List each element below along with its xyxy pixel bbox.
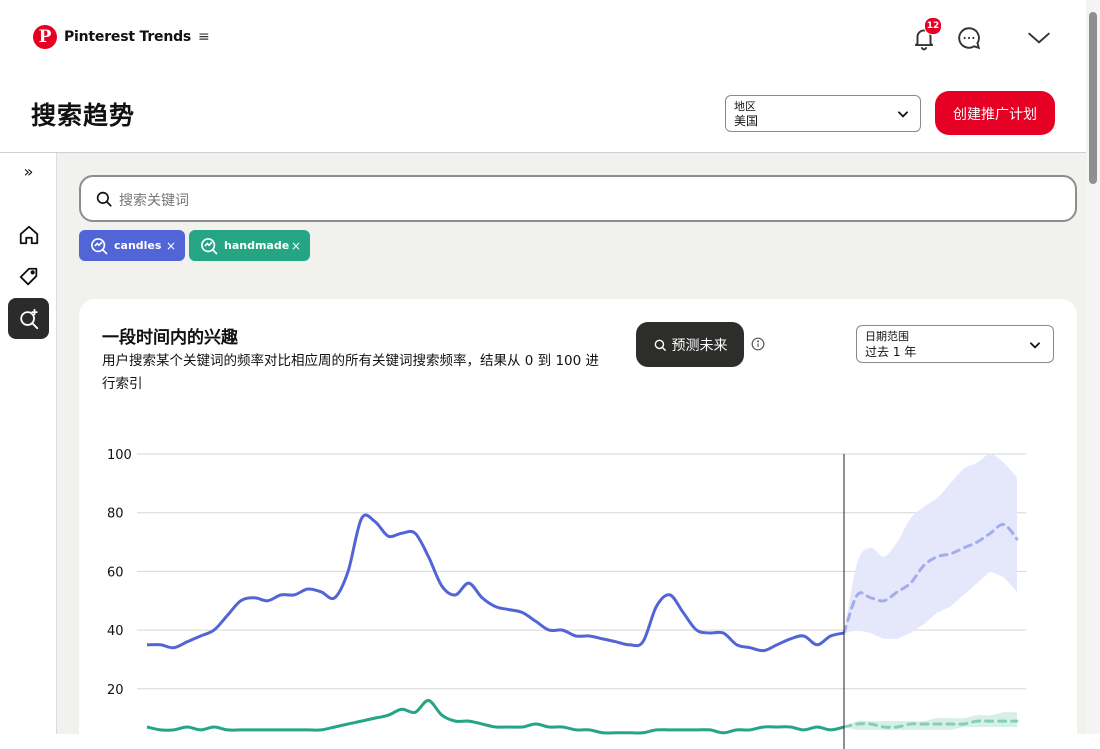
search-icon [96, 191, 112, 207]
keyword-chip-handmade[interactable]: handmade × [189, 230, 310, 261]
interest-over-time-card: 一段时间内的兴趣 用户搜索某个关键词的频率对比相应周的所有关键词搜索频率，结果从… [79, 299, 1077, 749]
sidebar-item-trends[interactable] [8, 298, 49, 339]
chevron-down-icon [898, 111, 908, 118]
y-tick-label: 80 [107, 507, 124, 522]
search-input[interactable]: 搜索关键词 [79, 175, 1077, 222]
region-label: 地区 [734, 100, 756, 113]
chat-bubble-icon [958, 27, 981, 50]
page-title: 搜索趋势 [31, 101, 136, 130]
sidebar-item-ads[interactable] [8, 256, 49, 297]
double-chevron-right-icon: » [23, 161, 34, 181]
chip-label: handmade [224, 239, 290, 252]
region-value: 美国 [734, 114, 759, 128]
y-tick-label: 40 [107, 624, 124, 639]
create-campaign-button[interactable]: 创建推广计划 [935, 91, 1055, 135]
forecast-band-candles [844, 454, 1017, 639]
sidebar: » [0, 153, 57, 734]
chip-label: candles [114, 239, 162, 252]
y-tick-label: 20 [107, 683, 124, 698]
notification-badge: 12 [924, 17, 942, 35]
series-line-handmade [146, 699, 845, 735]
sidebar-item-home[interactable] [8, 214, 49, 255]
trend-search-icon [19, 308, 38, 329]
remove-chip-icon[interactable]: × [166, 239, 176, 253]
trend-search-icon [91, 237, 108, 254]
remove-chip-icon[interactable]: × [291, 239, 301, 253]
top-bar: P Pinterest Trends ≡ 12 [0, 0, 1086, 76]
pinterest-logo: P [33, 25, 57, 49]
notifications-button[interactable]: 12 [908, 17, 942, 54]
home-icon [19, 225, 38, 244]
page-scrollbar[interactable] [1086, 0, 1100, 734]
keyword-chip-candles[interactable]: candles × [79, 230, 185, 261]
brand-name: Pinterest Trends [64, 29, 192, 45]
tag-icon [19, 267, 37, 285]
brand[interactable]: P Pinterest Trends ≡ [33, 25, 210, 49]
region-select[interactable]: 地区 美国 [725, 95, 921, 132]
y-tick-label: 60 [107, 565, 124, 580]
messages-button[interactable] [953, 22, 985, 54]
search-placeholder: 搜索关键词 [119, 193, 189, 209]
main-content: 搜索关键词 candles × handmade × 一段时间内的兴趣 用户搜索… [57, 153, 1086, 749]
y-tick-label: 100 [107, 448, 132, 463]
sidebar-expand-button[interactable]: » [8, 153, 49, 189]
trend-search-icon [201, 237, 218, 254]
chevron-down-icon [1028, 32, 1050, 44]
account-menu-button[interactable] [1023, 22, 1055, 54]
interest-chart: 20 40 60 80 100 [107, 448, 1026, 749]
hamburger-menu-icon[interactable]: ≡ [198, 29, 210, 45]
scroll-thumb[interactable] [1089, 12, 1097, 184]
